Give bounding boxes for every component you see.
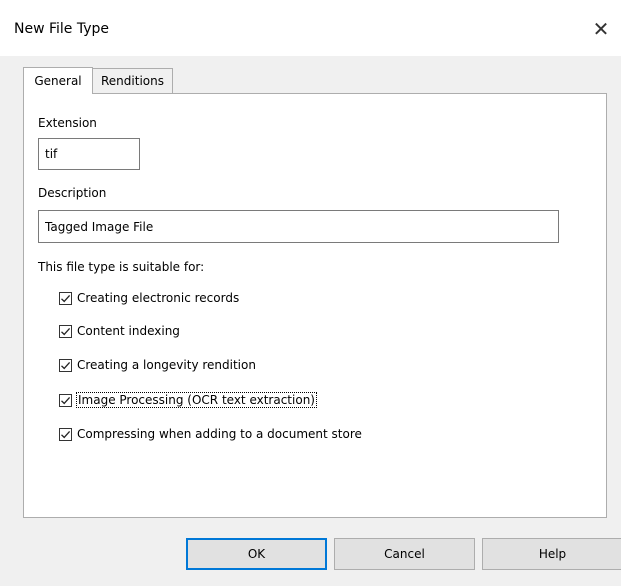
help-button[interactable]: Help bbox=[482, 538, 621, 570]
ok-button[interactable]: OK bbox=[186, 538, 327, 570]
checkbox[interactable] bbox=[59, 358, 72, 372]
checkmark-icon bbox=[61, 361, 71, 369]
checkmark-icon bbox=[61, 430, 71, 438]
checkmark-icon bbox=[61, 327, 71, 335]
tab-renditions-label: Renditions bbox=[101, 74, 164, 88]
option-electronic-records[interactable]: Creating electronic records bbox=[59, 289, 239, 307]
checkmark-icon bbox=[61, 294, 71, 302]
cancel-button[interactable]: Cancel bbox=[334, 538, 475, 570]
option-compressing[interactable]: Compressing when adding to a document st… bbox=[59, 425, 362, 443]
tab-general[interactable]: General bbox=[23, 67, 93, 94]
option-label: Creating electronic records bbox=[77, 291, 240, 305]
close-button[interactable]: ✕ bbox=[588, 16, 614, 42]
option-image-processing[interactable]: Image Processing (OCR text extraction) bbox=[59, 391, 317, 409]
close-icon: ✕ bbox=[592, 17, 610, 41]
description-label: Description bbox=[38, 186, 107, 200]
option-label: Compressing when adding to a document st… bbox=[77, 427, 362, 441]
description-input[interactable] bbox=[38, 210, 559, 243]
extension-label: Extension bbox=[38, 116, 97, 130]
suitable-for-label: This file type is suitable for: bbox=[38, 260, 205, 274]
title-bar: New File Type ✕ bbox=[0, 0, 621, 56]
option-content-indexing[interactable]: Content indexing bbox=[59, 322, 180, 340]
option-longevity-rendition[interactable]: Creating a longevity rendition bbox=[59, 356, 256, 374]
help-button-label: Help bbox=[538, 547, 567, 561]
checkbox[interactable] bbox=[59, 324, 72, 338]
checkbox[interactable] bbox=[59, 427, 72, 441]
tab-general-label: General bbox=[34, 74, 82, 88]
tab-renditions[interactable]: Renditions bbox=[93, 68, 173, 93]
extension-input[interactable] bbox=[38, 138, 140, 170]
cancel-button-label: Cancel bbox=[384, 547, 425, 561]
window-title: New File Type bbox=[14, 21, 110, 37]
checkmark-icon bbox=[61, 396, 71, 404]
ok-button-label: OK bbox=[247, 547, 266, 561]
option-label: Creating a longevity rendition bbox=[77, 358, 256, 372]
checkbox[interactable] bbox=[59, 393, 72, 407]
option-label: Content indexing bbox=[77, 324, 180, 338]
option-label: Image Processing (OCR text extraction) bbox=[76, 392, 317, 408]
checkbox[interactable] bbox=[59, 291, 72, 305]
